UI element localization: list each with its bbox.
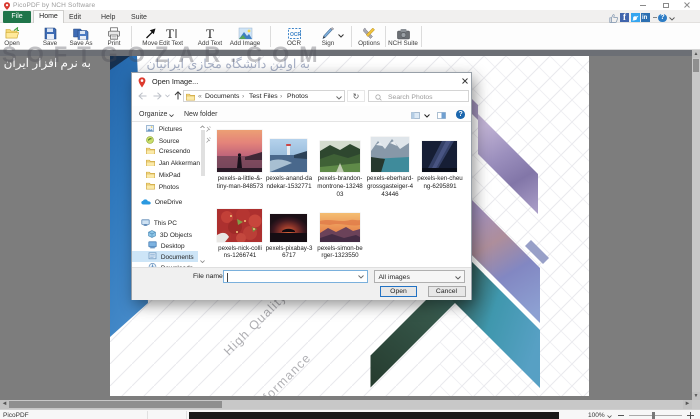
svg-text:T: T (206, 27, 214, 40)
svg-text:OCR: OCR (290, 32, 302, 38)
svg-text:T: T (166, 27, 174, 40)
